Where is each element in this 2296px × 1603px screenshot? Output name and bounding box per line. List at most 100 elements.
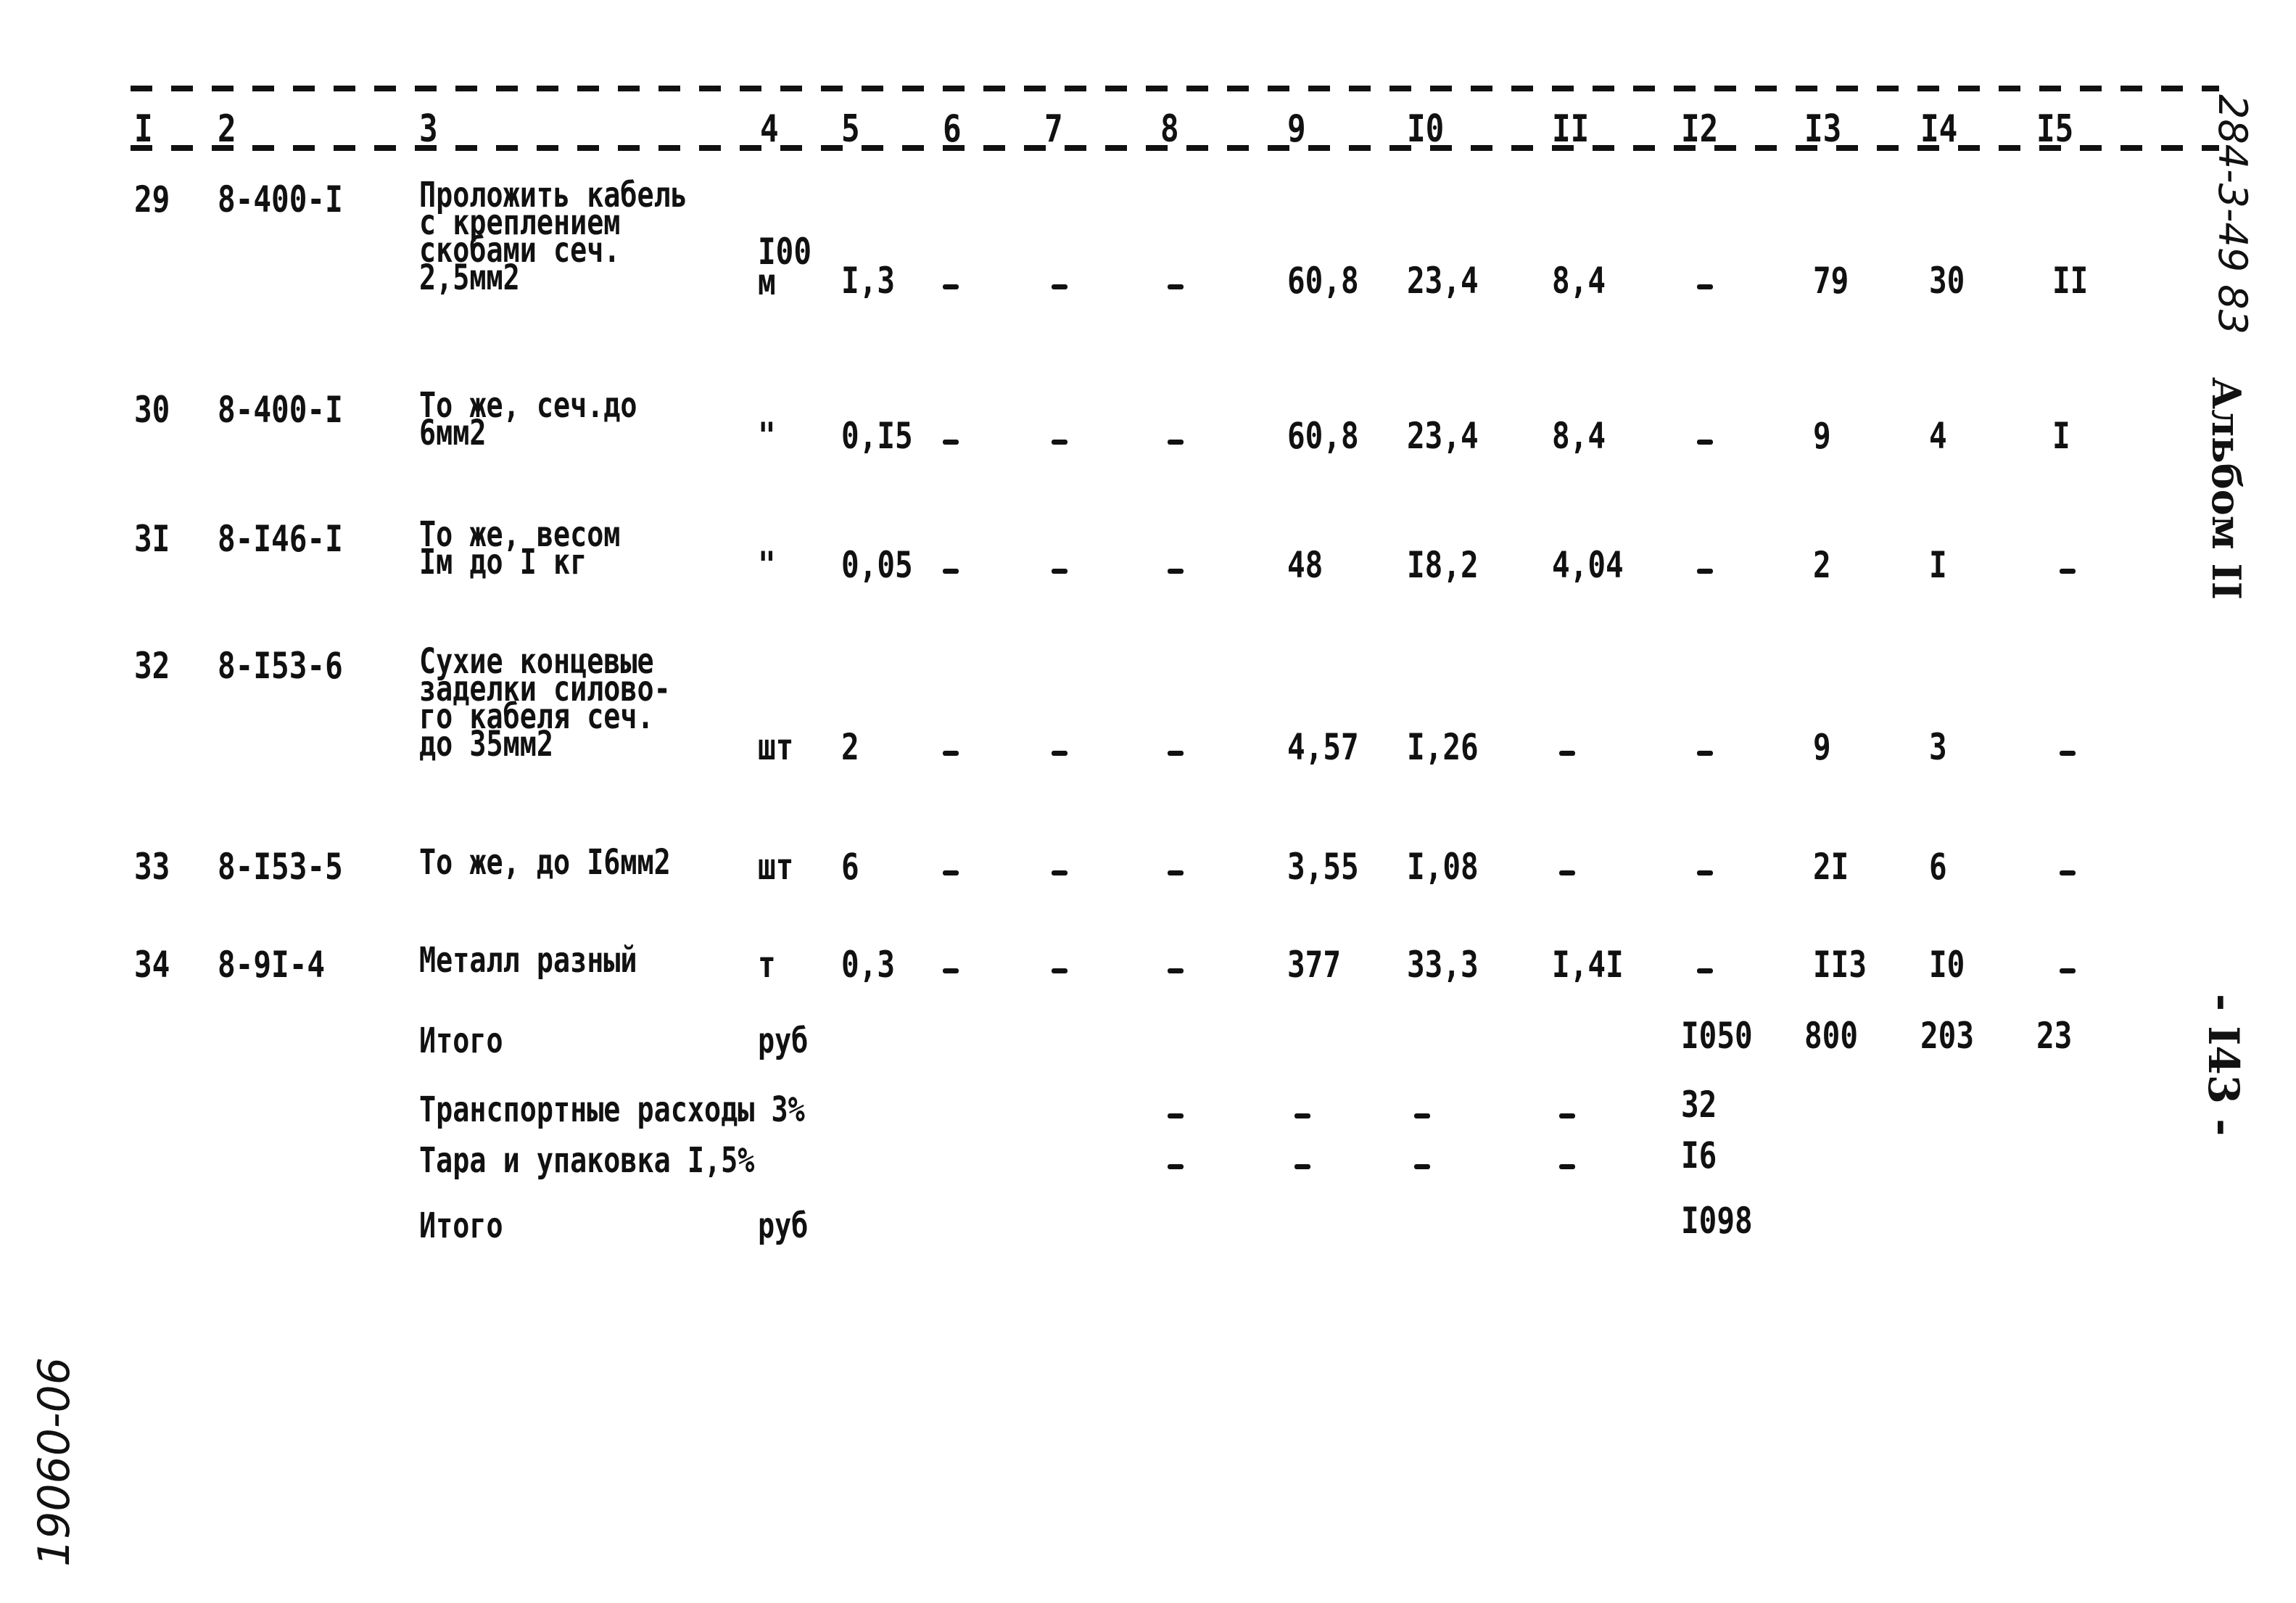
- inventory-number: 19060-06: [29, 1357, 80, 1567]
- column-number-1: I: [134, 107, 153, 151]
- column-number-6: 6: [943, 107, 962, 151]
- packing-value: I6: [1681, 1134, 1717, 1177]
- empty-cell-dash: [1052, 968, 1068, 973]
- empty-cell-dash: [2060, 870, 2076, 875]
- empty-cell-dash: [1168, 440, 1184, 445]
- cell-col-5: 0,05: [841, 544, 913, 586]
- cell-col-5: 2: [841, 726, 859, 768]
- cell-col-14: 3: [1929, 726, 1947, 768]
- empty-cell-dash: [1697, 284, 1713, 289]
- transport-costs-label: Транспортные расходы 3%: [419, 1089, 805, 1130]
- total-col-13: 800: [1804, 1015, 1859, 1057]
- cell-col-10: I8,2: [1407, 544, 1479, 586]
- column-number-13: I3: [1804, 107, 1842, 151]
- empty-cell-dash: [943, 870, 959, 875]
- work-description-line: То же, до I6мм2: [419, 842, 671, 883]
- work-description-line: 6мм2: [419, 413, 487, 453]
- empty-cell-dash: [943, 751, 959, 756]
- empty-cell-dash: [1559, 751, 1575, 756]
- column-number-5: 5: [841, 107, 860, 151]
- empty-cell-dash: [1168, 870, 1184, 875]
- norm-code: 8-I46-I: [218, 518, 343, 560]
- cell-col-13: 9: [1813, 415, 1831, 457]
- empty-cell-dash: [1052, 751, 1068, 756]
- empty-cell-dash: [1559, 1164, 1575, 1169]
- document-code: 284-3-49 83: [2210, 94, 2255, 334]
- cell-col-9: 48: [1287, 544, 1323, 586]
- work-description-line: до 35мм2: [419, 724, 553, 765]
- column-number-8: 8: [1160, 107, 1179, 151]
- empty-cell-dash: [1697, 569, 1713, 574]
- cell-col-5: 0,3: [841, 944, 896, 986]
- cell-col-10: I,08: [1407, 846, 1479, 888]
- cell-col-9: 377: [1287, 944, 1342, 986]
- empty-cell-dash: [943, 569, 959, 574]
- column-number-2: 2: [218, 107, 236, 151]
- row-number: 34: [134, 944, 170, 986]
- cell-col-13: 2I: [1813, 846, 1849, 888]
- work-description-line: Металл разный: [419, 940, 637, 981]
- cell-col-10: 33,3: [1407, 944, 1479, 986]
- grand-total-unit: руб: [758, 1206, 809, 1246]
- cell-col-14: 6: [1929, 846, 1947, 888]
- empty-cell-dash: [1294, 1113, 1310, 1118]
- column-number-15: I5: [2036, 107, 2074, 151]
- work-description-line: Iм до I кг: [419, 542, 587, 582]
- norm-code: 8-I53-6: [218, 645, 343, 687]
- cell-col-9: 3,55: [1287, 846, 1359, 888]
- empty-cell-dash: [1168, 968, 1184, 973]
- total-label: Итого: [419, 1021, 503, 1061]
- total-unit: руб: [758, 1021, 809, 1061]
- cell-col-5: 6: [841, 846, 859, 888]
- norm-code: 8-400-I: [218, 178, 343, 221]
- column-number-11: II: [1552, 107, 1590, 151]
- norm-code: 8-400-I: [218, 389, 343, 431]
- row-number: 33: [134, 846, 170, 888]
- cell-col-11: I,4I: [1552, 944, 1624, 986]
- cell-col-9: 60,8: [1287, 260, 1359, 302]
- empty-cell-dash: [2060, 751, 2076, 756]
- norm-code: 8-9I-4: [218, 944, 326, 986]
- empty-cell-dash: [2060, 968, 2076, 973]
- column-number-7: 7: [1044, 107, 1063, 151]
- empty-cell-dash: [1168, 569, 1184, 574]
- cell-col-14: I0: [1929, 944, 1965, 986]
- empty-cell-dash: [1414, 1113, 1430, 1118]
- cell-col-15: I: [2052, 415, 2070, 457]
- empty-cell-dash: [1168, 751, 1184, 756]
- empty-cell-dash: [1697, 968, 1713, 973]
- unit: т: [758, 944, 776, 986]
- cell-col-14: 30: [1929, 260, 1965, 302]
- column-number-12: I2: [1681, 107, 1719, 151]
- empty-cell-dash: [943, 284, 959, 289]
- empty-cell-dash: [1414, 1164, 1430, 1169]
- column-number-10: I0: [1407, 107, 1445, 151]
- empty-cell-dash: [1294, 1164, 1310, 1169]
- cell-col-13: 9: [1813, 726, 1831, 768]
- empty-cell-dash: [943, 440, 959, 445]
- row-number: 3I: [134, 518, 170, 560]
- total-col-14: 203: [1920, 1015, 1975, 1057]
- empty-cell-dash: [1559, 870, 1575, 875]
- cell-col-9: 4,57: [1287, 726, 1359, 768]
- empty-cell-dash: [1697, 440, 1713, 445]
- cell-col-13: II3: [1813, 944, 1867, 986]
- cell-col-10: I,26: [1407, 726, 1479, 768]
- cell-col-13: 79: [1813, 260, 1849, 302]
- empty-cell-dash: [1052, 569, 1068, 574]
- unit: ": [758, 415, 776, 457]
- cell-col-5: I,3: [841, 260, 896, 302]
- work-description-line: 2,5мм2: [419, 257, 520, 298]
- cell-col-14: I: [1929, 544, 1947, 586]
- cell-col-10: 23,4: [1407, 415, 1479, 457]
- total-col-12: I050: [1681, 1015, 1753, 1057]
- row-number: 29: [134, 178, 170, 221]
- column-number-3: 3: [419, 107, 438, 151]
- cell-col-10: 23,4: [1407, 260, 1479, 302]
- cell-col-11: 4,04: [1552, 544, 1624, 586]
- empty-cell-dash: [1168, 1113, 1184, 1118]
- grand-total-label: Итого: [419, 1206, 503, 1246]
- total-col-15: 23: [2036, 1015, 2073, 1057]
- empty-cell-dash: [1052, 440, 1068, 445]
- empty-cell-dash: [943, 968, 959, 973]
